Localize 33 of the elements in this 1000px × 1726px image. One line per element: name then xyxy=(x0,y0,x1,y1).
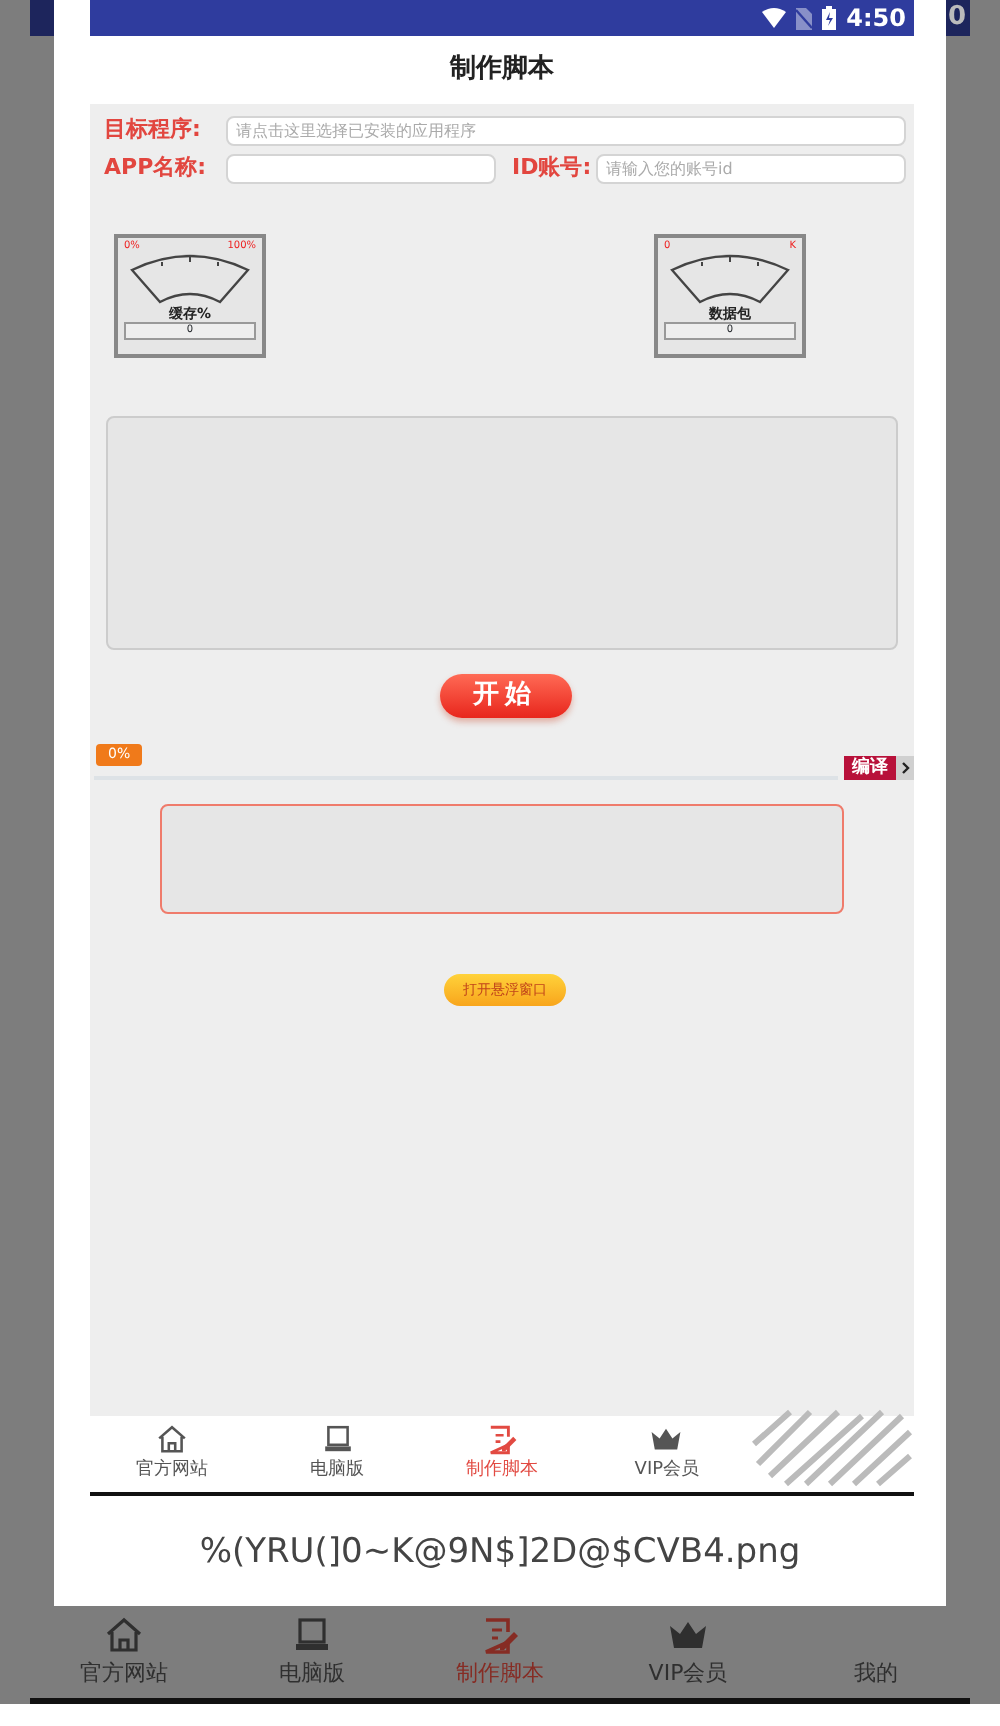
input-field[interactable]: 请输入您的账号id xyxy=(596,154,906,184)
dial-drawing xyxy=(668,254,792,306)
home-icon xyxy=(104,1615,144,1656)
tab[interactable]: VIP会员 xyxy=(594,1608,782,1698)
tab[interactable]: 官方网站 xyxy=(90,1416,255,1492)
start-button[interactable]: 开始 xyxy=(439,674,571,718)
text-area[interactable] xyxy=(106,416,898,650)
edit-icon xyxy=(480,1615,520,1656)
chevron-right-icon xyxy=(901,762,909,774)
tab[interactable]: 官方网站 xyxy=(30,1608,218,1698)
tab[interactable]: VIP会员 xyxy=(584,1416,750,1492)
wifi-icon xyxy=(762,8,787,28)
home-icon xyxy=(156,1423,189,1456)
monitor-icon xyxy=(321,1423,354,1456)
field-label: 目标程序: xyxy=(104,114,203,147)
tab[interactable]: 制作脚本 xyxy=(406,1608,594,1698)
field-label: APP名称: xyxy=(104,152,209,185)
tab[interactable]: 电脑版 xyxy=(218,1608,406,1698)
battery-icon xyxy=(822,6,837,30)
input-field[interactable]: 请点击这里选择已安装的应用程序 xyxy=(226,116,906,146)
tab[interactable]: 我的 xyxy=(782,1608,970,1698)
tab[interactable]: 制作脚本 xyxy=(419,1416,585,1492)
edit-icon xyxy=(486,1423,519,1456)
no-sim-icon xyxy=(796,7,813,29)
file-name: %(YRU(]0~K@9N$]2D@$CVB4.png xyxy=(197,1530,803,1576)
status-text: 0 xyxy=(947,0,966,37)
dial-drawing xyxy=(128,254,252,306)
input-field[interactable] xyxy=(226,154,496,184)
field-label: ID账号: xyxy=(512,152,594,185)
tab[interactable]: 电脑版 xyxy=(254,1416,420,1492)
monitor-icon xyxy=(292,1615,332,1656)
screen-title: 制作脚本 xyxy=(450,52,554,89)
clock-text: 4:50 xyxy=(846,2,906,36)
